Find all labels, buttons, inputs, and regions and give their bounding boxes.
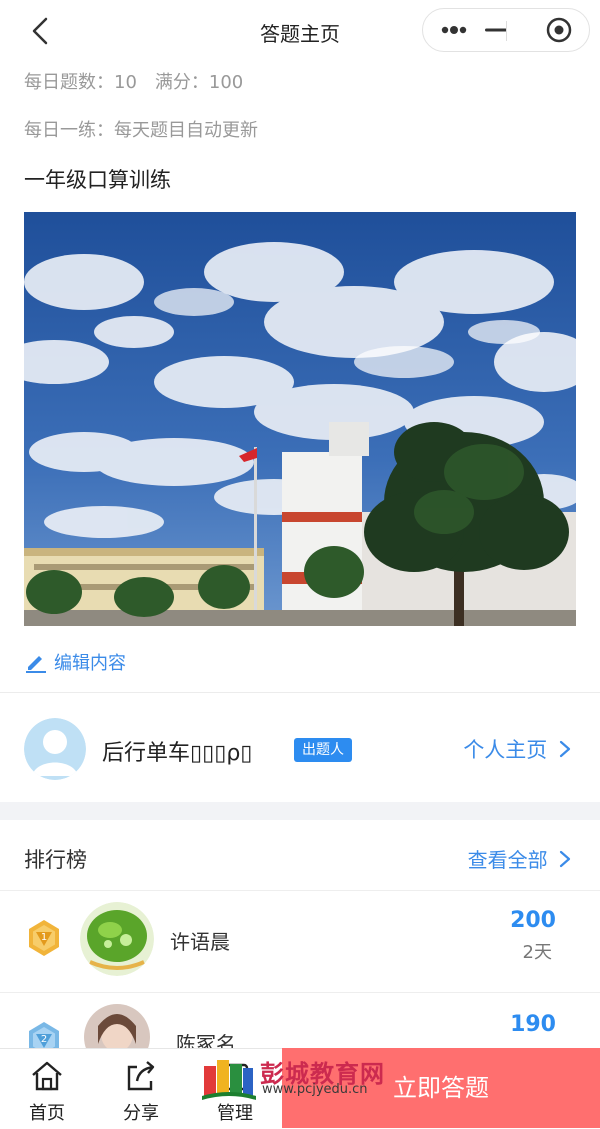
medal-rank-number: 1 — [41, 932, 47, 943]
home-icon — [32, 1061, 62, 1091]
leaderboard-header: 排行榜 查看全部 — [0, 822, 600, 890]
view-all-label: 查看全部 — [467, 848, 548, 872]
leaderboard-title: 排行榜 — [24, 848, 87, 872]
leaf-avatar-image — [80, 902, 154, 976]
more-dots-icon — [441, 26, 507, 34]
author-role-badge: 出题人 — [294, 738, 352, 762]
edit-content-link[interactable]: 编辑内容 — [24, 648, 126, 676]
user-name: 许语晨 — [170, 930, 230, 954]
mini-program-capsule — [422, 8, 590, 52]
books-logo-icon — [202, 1060, 256, 1100]
user-days: 2天 — [522, 942, 552, 963]
user-score: 190 — [510, 1012, 556, 1037]
user-score: 200 — [510, 908, 556, 933]
leaderboard-row[interactable]: 1 许语晨 200 2天 — [0, 890, 600, 992]
tab-home-label: 首页 — [29, 1103, 65, 1124]
medal-rank-number: 2 — [41, 1034, 47, 1045]
share-icon — [127, 1061, 155, 1091]
view-all-link[interactable]: 查看全部 — [468, 844, 572, 873]
daily-count-info: 每日题数：10 满分：100 — [24, 72, 244, 93]
divider — [0, 692, 600, 693]
author-avatar[interactable] — [24, 718, 86, 780]
section-gap — [0, 802, 600, 820]
daily-practice-info: 每日一练：每天题目自动更新 — [24, 120, 258, 141]
profile-link[interactable]: 个人主页 — [463, 734, 572, 764]
tab-share[interactable]: 分享 — [96, 1049, 186, 1129]
user-avatar — [80, 902, 154, 976]
gold-medal-icon: 1 — [29, 920, 59, 956]
row-divider — [0, 992, 600, 993]
tab-share-label: 分享 — [123, 1103, 159, 1124]
nav-header: 答题主页 — [0, 0, 600, 62]
watermark-url: www.pcjyedu.cn — [262, 1082, 368, 1097]
edit-content-label: 编辑内容 — [54, 653, 126, 674]
quiz-cover-image — [24, 212, 576, 626]
more-button[interactable] — [423, 9, 507, 51]
author-row: 后行单车▯▯▯ρ▯ 出题人 个人主页 — [0, 700, 600, 800]
author-name: 后行单车▯▯▯ρ▯ — [102, 741, 253, 766]
chevron-right-icon — [559, 850, 571, 868]
profile-link-label: 个人主页 — [463, 738, 548, 762]
close-miniprogram-button[interactable] — [507, 9, 591, 51]
edit-pencil-icon — [26, 656, 46, 673]
tab-home[interactable]: 首页 — [2, 1049, 92, 1129]
target-circle-icon — [546, 17, 572, 43]
default-avatar-icon — [24, 718, 86, 780]
chevron-right-icon — [559, 740, 571, 758]
site-watermark: 彭城教育网 www.pcjyedu.cn — [200, 1052, 400, 1104]
quiz-title: 一年级口算训练 — [24, 168, 171, 192]
